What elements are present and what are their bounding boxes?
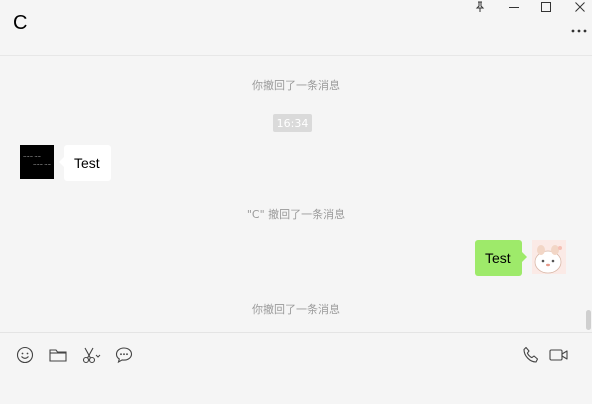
scrollbar[interactable]: [586, 310, 591, 330]
timestamp: 16:34: [273, 114, 312, 132]
chat-header: C: [0, 0, 592, 56]
system-message: 你撤回了一条消息: [252, 79, 340, 92]
maximize-icon[interactable]: [535, 0, 557, 14]
system-message: 你撤回了一条消息: [252, 303, 340, 316]
screenshot-icon[interactable]: [81, 345, 101, 365]
close-icon[interactable]: [569, 0, 591, 14]
incoming-message-bubble[interactable]: Test: [59, 145, 111, 181]
my-avatar[interactable]: [532, 240, 566, 274]
avatar-scribble: ~~~ ~~: [32, 162, 51, 167]
folder-icon[interactable]: [48, 345, 68, 365]
avatar-scribble: ~~~ ~~: [23, 154, 42, 159]
more-icon[interactable]: [570, 23, 588, 39]
contact-name: C: [13, 12, 28, 34]
outgoing-message-bubble[interactable]: Test: [475, 240, 527, 276]
message-input-area[interactable]: [0, 332, 592, 404]
video-call-icon[interactable]: [549, 345, 569, 365]
voice-call-icon[interactable]: [521, 345, 541, 365]
chat-history-icon[interactable]: [114, 345, 134, 365]
system-message: "C" 撤回了一条消息: [246, 208, 346, 221]
contact-avatar[interactable]: ~~~ ~~ ~~~ ~~: [20, 145, 54, 179]
pin-icon[interactable]: [469, 0, 491, 14]
message-list[interactable]: 你撤回了一条消息 16:34 ~~~ ~~ ~~~ ~~ Test "C" 撤回…: [0, 56, 592, 332]
emoji-icon[interactable]: [15, 345, 35, 365]
minimize-icon[interactable]: [503, 0, 525, 14]
